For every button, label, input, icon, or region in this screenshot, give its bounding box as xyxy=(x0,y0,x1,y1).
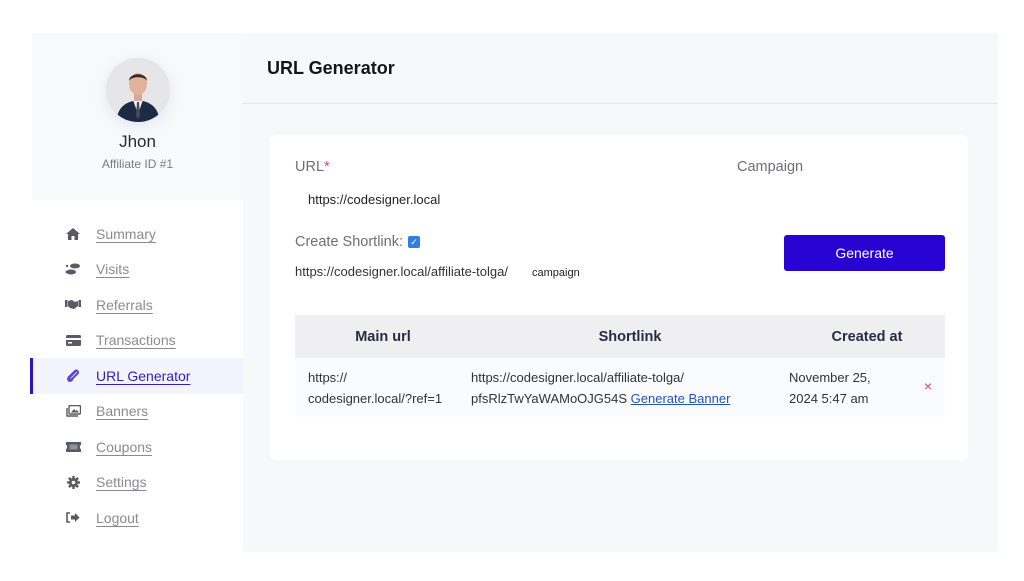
sign-out-icon xyxy=(64,511,82,525)
main-url-line: https:// xyxy=(308,369,348,385)
generate-banner-link[interactable]: Generate Banner xyxy=(631,391,731,406)
sidebar-nav: Summary Visits Referrals Transactions UR… xyxy=(30,216,243,536)
table-row: https:// codesigner.local/?ref=1 https:/… xyxy=(295,358,945,417)
column-header-shortlink: Shortlink xyxy=(598,328,662,345)
sidebar-item-logout[interactable]: Logout xyxy=(32,500,243,536)
shortlink-campaign-input[interactable]: campaign xyxy=(532,267,580,279)
column-header-main-url: Main url xyxy=(355,328,411,345)
footprints-icon xyxy=(64,262,82,276)
url-input[interactable]: https://codesigner.local xyxy=(308,192,440,207)
url-generator-card: URL* https://codesigner.local Campaign C… xyxy=(270,135,968,460)
avatar xyxy=(105,58,170,122)
page-header: URL Generator xyxy=(243,33,998,104)
sidebar-item-referrals[interactable]: Referrals xyxy=(32,287,243,323)
credit-card-icon xyxy=(64,333,82,347)
sidebar-item-label[interactable]: Banners xyxy=(96,403,148,419)
paperclip-icon xyxy=(64,369,82,383)
create-shortlink-label: Create Shortlink: ✓ xyxy=(295,234,420,250)
handshake-icon xyxy=(64,298,82,312)
home-icon xyxy=(64,227,82,241)
shortlink-base-url: https://codesigner.local/affiliate-tolga… xyxy=(295,264,508,279)
images-icon xyxy=(64,404,82,418)
create-shortlink-checkbox[interactable]: ✓ xyxy=(408,236,420,248)
url-label: URL* xyxy=(295,159,330,175)
gear-icon xyxy=(64,475,82,489)
sidebar-item-settings[interactable]: Settings xyxy=(32,465,243,501)
created-at-line: 2024 5:47 am xyxy=(789,390,869,406)
sidebar-item-banners[interactable]: Banners xyxy=(32,394,243,430)
user-photo-icon xyxy=(105,58,170,122)
table-header: Main url Shortlink Created at xyxy=(295,315,945,358)
sidebar-item-url-generator[interactable]: URL Generator xyxy=(30,358,243,394)
shortlink-line: pfsRlzTwYaWAMoOJG54S xyxy=(471,390,628,406)
url-label-text: URL xyxy=(295,159,325,175)
sidebar-item-transactions[interactable]: Transactions xyxy=(32,323,243,359)
main-url-line: codesigner.local/?ref=1 xyxy=(308,390,443,406)
sidebar-item-label[interactable]: Settings xyxy=(96,474,147,490)
ticket-icon xyxy=(64,440,82,454)
profile-name: Jhon xyxy=(119,132,156,151)
shortlink-line: https://codesigner.local/affiliate-tolga… xyxy=(471,369,684,385)
sidebar-item-label[interactable]: Logout xyxy=(96,510,139,526)
column-header-created-at: Created at xyxy=(831,328,903,345)
app-frame: Jhon Affiliate ID #1 Summary Visits Refe… xyxy=(30,33,998,552)
sidebar-item-label[interactable]: Referrals xyxy=(96,297,153,313)
sidebar-item-label[interactable]: Transactions xyxy=(96,332,176,348)
sidebar-item-label[interactable]: URL Generator xyxy=(96,368,190,384)
page-title: URL Generator xyxy=(267,57,395,78)
sidebar-item-visits[interactable]: Visits xyxy=(32,252,243,288)
main-content: URL Generator URL* https://codesigner.lo… xyxy=(243,33,998,552)
sidebar: Jhon Affiliate ID #1 Summary Visits Refe… xyxy=(30,33,243,552)
shortlink-cell: https://codesigner.local/affiliate-tolga… xyxy=(471,367,789,409)
links-table: Main url Shortlink Created at https:// c… xyxy=(295,315,945,417)
create-shortlink-text: Create Shortlink: xyxy=(295,234,403,250)
sidebar-item-label[interactable]: Visits xyxy=(96,261,129,277)
delete-icon[interactable]: × xyxy=(924,378,932,394)
generate-button[interactable]: Generate xyxy=(784,235,945,271)
sidebar-item-label[interactable]: Coupons xyxy=(96,439,152,455)
main-url-cell: https:// codesigner.local/?ref=1 xyxy=(295,367,471,409)
required-mark: * xyxy=(324,159,330,175)
sidebar-item-label[interactable]: Summary xyxy=(96,226,156,242)
sidebar-item-summary[interactable]: Summary xyxy=(32,216,243,252)
profile-card: Jhon Affiliate ID #1 xyxy=(32,33,243,200)
created-at-cell: November 25, 2024 5:47 am xyxy=(789,367,945,409)
created-at-line: November 25, xyxy=(789,369,871,385)
sidebar-item-coupons[interactable]: Coupons xyxy=(32,429,243,465)
campaign-label: Campaign xyxy=(737,159,804,175)
affiliate-id: Affiliate ID #1 xyxy=(101,157,174,171)
